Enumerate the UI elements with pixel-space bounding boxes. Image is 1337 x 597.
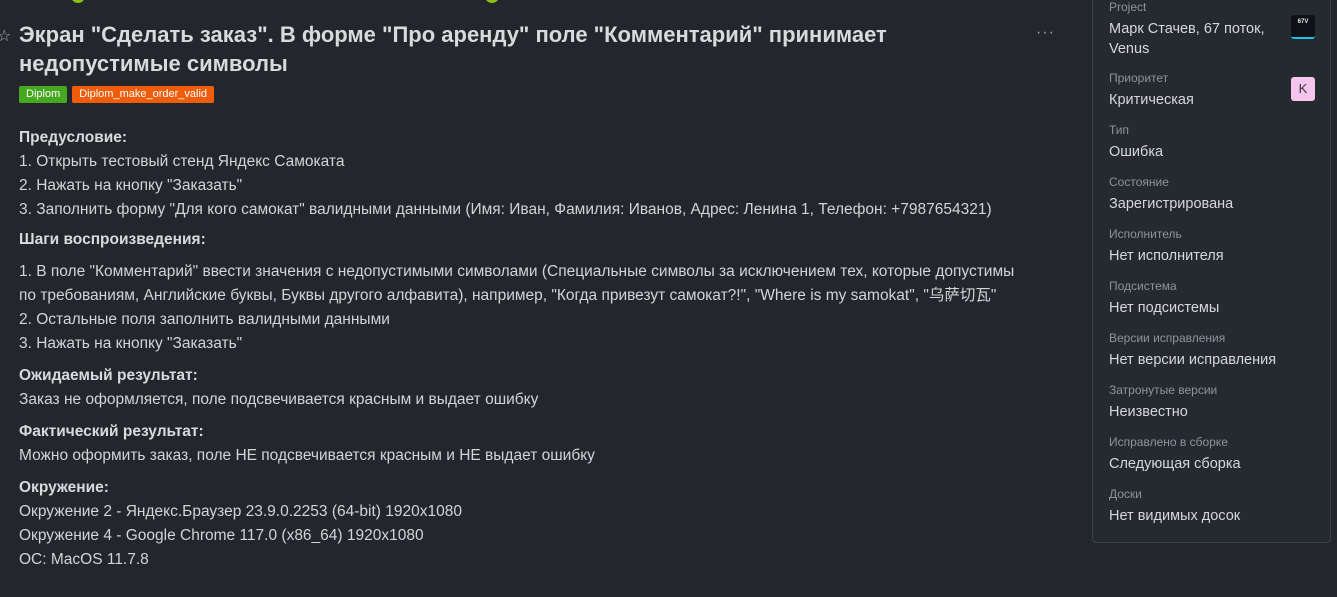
field-fix-versions[interactable]: Версии исправления Нет версии исправлени… [1109, 330, 1318, 370]
star-icon[interactable]: ☆ [0, 26, 11, 46]
actual-text: Можно оформить заказ, поле НЕ подсвечива… [19, 447, 595, 464]
field-label: Тип [1109, 123, 1130, 137]
field-value: Нет видимых досок [1109, 508, 1241, 524]
field-label: Версии исправления [1109, 331, 1226, 345]
field-value: Нет версии исправления [1109, 352, 1277, 368]
tag-diplom[interactable]: Diplom [19, 86, 68, 103]
field-fixed-in-build[interactable]: Исправлено в сборке Следующая сборка [1109, 434, 1318, 474]
tag-diplom-make-order-valid[interactable]: Diplom_make_order_valid [72, 86, 215, 103]
field-value: Марк Стачев, 67 поток, Venus [1109, 21, 1265, 57]
field-boards[interactable]: Доски Нет видимых досок [1109, 486, 1318, 526]
field-label: Затронутые версии [1109, 383, 1218, 397]
field-subsystem[interactable]: Подсистема Нет подсистемы [1109, 278, 1318, 318]
field-value: Нет исполнителя [1109, 248, 1224, 264]
field-label: Исправлено в сборке [1109, 435, 1228, 449]
field-value: Ошибка [1109, 144, 1164, 160]
precondition-line: 1. Открыть тестовый стенд Яндекс Самокат… [19, 153, 345, 170]
status-dot [71, 0, 85, 3]
issue-description: Предусловие: 1. Открыть тестовый стенд Я… [19, 126, 1069, 572]
field-label: Приоритет [1109, 71, 1169, 85]
step-line: 1. В поле "Комментарий" ввести значения … [19, 263, 1015, 304]
field-value: Критическая [1109, 92, 1194, 108]
env-heading: Окружение: [19, 479, 109, 496]
expected-text: Заказ не оформляется, поле подсвечиваетс… [19, 391, 539, 408]
env-line: OC: MacOS 11.7.8 [19, 551, 149, 568]
field-value: Неизвестно [1109, 404, 1188, 420]
field-value: Зарегистрирована [1109, 196, 1234, 212]
step-line: 2. Остальные поля заполнить валидными да… [19, 311, 390, 328]
env-line: Окружение 2 - Яндекс.Браузер 23.9.0.2253… [19, 503, 462, 520]
actual-heading: Фактический результат: [19, 423, 204, 440]
issue-sidebar: Project Марк Стачев, 67 поток, Venus 67V… [1092, 0, 1331, 543]
field-project[interactable]: Project Марк Стачев, 67 поток, Venus [1109, 0, 1318, 59]
precondition-line: 2. Нажать на кнопку "Заказать" [19, 177, 243, 194]
field-assignee[interactable]: Исполнитель Нет исполнителя [1109, 226, 1318, 266]
field-value: Нет подсистемы [1109, 300, 1220, 316]
field-label: Состояние [1109, 175, 1169, 189]
issue-title: Экран "Сделать заказ". В форме "Про арен… [19, 22, 887, 76]
field-value: Следующая сборка [1109, 456, 1241, 472]
precondition-line: 3. Заполнить форму "Для кого самокат" ва… [19, 201, 992, 218]
steps-heading: Шаги воспроизведения: [19, 231, 206, 248]
more-icon[interactable]: ··· [1036, 24, 1055, 42]
field-state[interactable]: Состояние Зарегистрирована [1109, 174, 1318, 214]
field-label: Исполнитель [1109, 227, 1182, 241]
tag-list: Diplom Diplom_make_order_valid [19, 86, 215, 103]
env-line: Окружение 4 - Google Chrome 117.0 (x86_6… [19, 527, 424, 544]
field-type[interactable]: Тип Ошибка [1109, 122, 1318, 162]
status-dot [485, 0, 499, 3]
expected-heading: Ожидаемый результат: [19, 367, 198, 384]
priority-avatar: K [1291, 77, 1315, 101]
precondition-heading: Предусловие: [19, 129, 128, 146]
issue-main: ☆ Экран "Сделать заказ". В форме "Про ар… [0, 0, 1070, 597]
field-label: Подсистема [1109, 279, 1177, 293]
step-line: 3. Нажать на кнопку "Заказать" [19, 335, 243, 352]
project-icon: 67V [1291, 15, 1315, 39]
field-affected-versions[interactable]: Затронутые версии Неизвестно [1109, 382, 1318, 422]
field-priority[interactable]: Приоритет Критическая [1109, 70, 1318, 110]
field-label: Project [1109, 0, 1147, 14]
field-label: Доски [1109, 487, 1142, 501]
